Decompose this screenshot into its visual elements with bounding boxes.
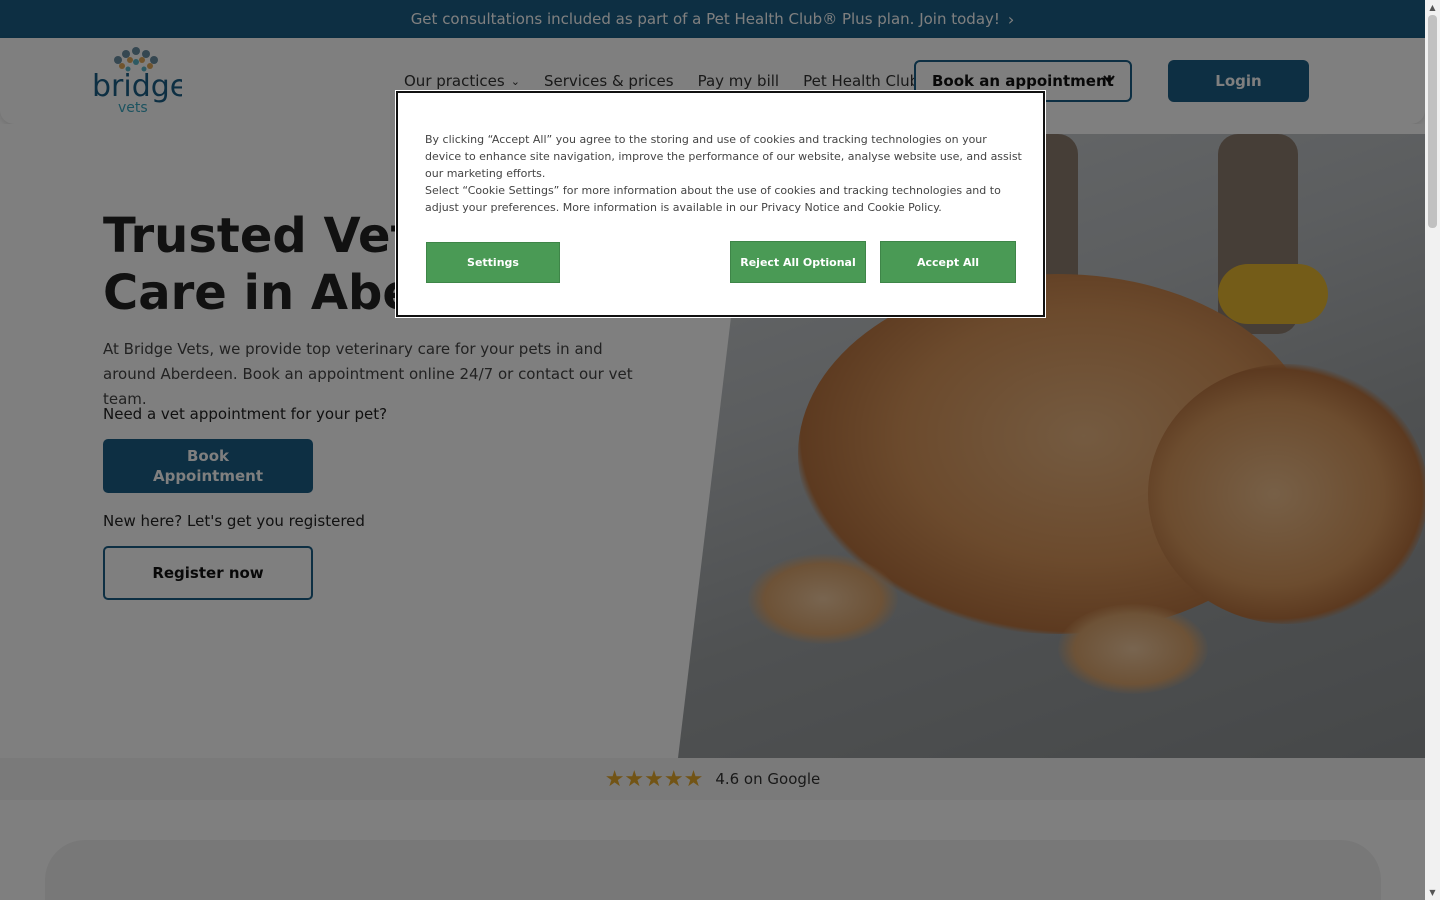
- accept-all-button[interactable]: Accept All: [880, 241, 1016, 283]
- cookie-text-2: Select “Cookie Settings” for more inform…: [425, 184, 1001, 214]
- cookie-consent-dialog: By clicking “Accept All” you agree to th…: [395, 90, 1046, 318]
- scroll-down-icon[interactable]: ▼: [1425, 885, 1440, 900]
- page-scrollbar[interactable]: ▲ ▼: [1425, 0, 1440, 900]
- cookie-settings-button[interactable]: Settings: [426, 242, 560, 283]
- scrollbar-thumb[interactable]: [1428, 15, 1437, 228]
- reject-all-optional-button[interactable]: Reject All Optional: [730, 241, 866, 283]
- cookie-text-1: By clicking “Accept All” you agree to th…: [425, 133, 1022, 180]
- scroll-up-icon[interactable]: ▲: [1425, 0, 1440, 15]
- page: Get consultations included as part of a …: [0, 0, 1425, 900]
